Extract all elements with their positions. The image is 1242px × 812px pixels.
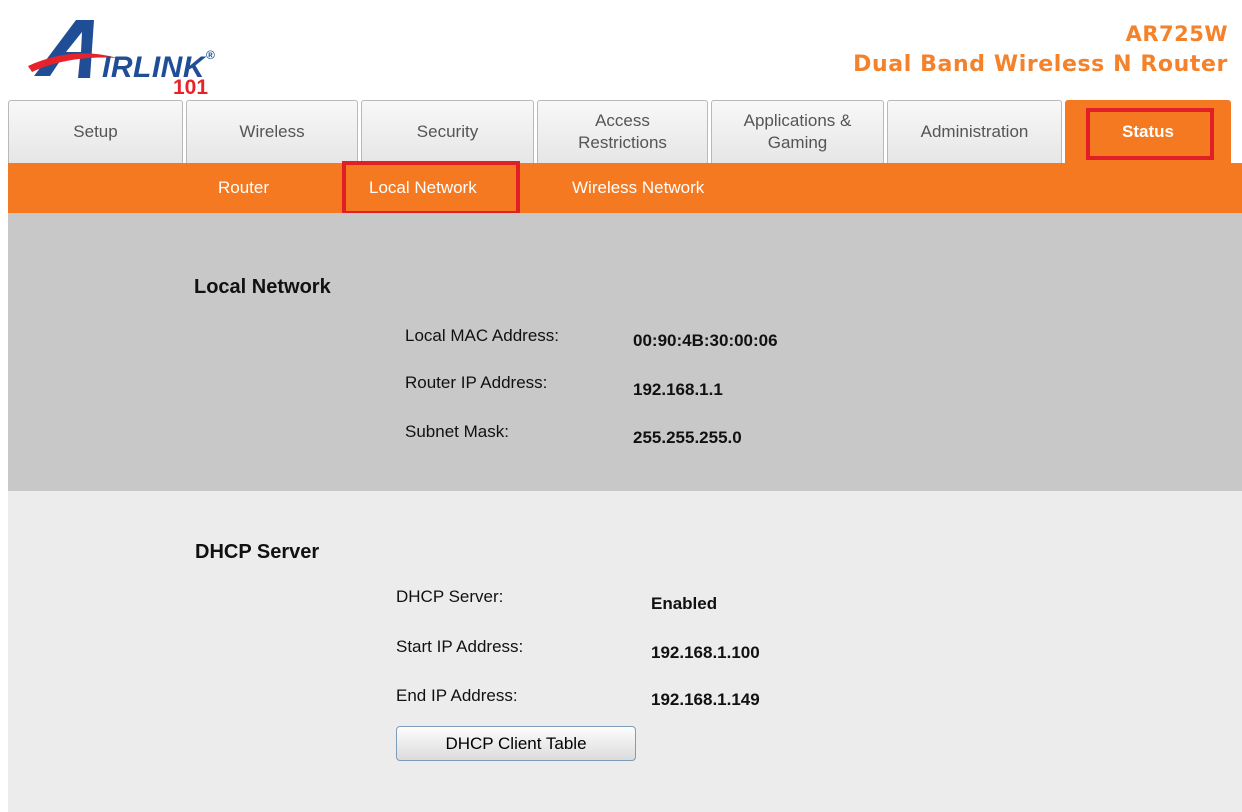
router-ip-label: Router IP Address: [405,373,548,392]
dhcp-server-status: Enabled [651,594,718,613]
subnet-mask-value: 255.255.255.0 [633,428,742,447]
router-model: AR725W [1125,22,1228,46]
local-network-highlight-frame [342,161,520,215]
tab-label: Setup [73,122,118,141]
local-network-title: Local Network [194,276,331,298]
subnav-router[interactable]: Router [218,163,269,213]
end-ip-value: 192.168.1.149 [651,690,760,709]
main-tabs: Setup Wireless Security Access Restricti… [0,100,1242,163]
tab-label-line2: Gaming [767,133,828,152]
tab-administration[interactable]: Administration [887,100,1062,163]
tab-label: Administration [920,122,1029,141]
tab-label: Wireless [239,122,305,141]
subnet-mask-label: Subnet Mask: [405,422,509,441]
tab-label-line1: Applications & [743,111,852,130]
tab-status[interactable]: Status [1065,100,1231,163]
tab-applications-gaming[interactable]: Applications & Gaming [711,100,884,163]
tab-label-line2: Restrictions [578,133,667,152]
subnav-wireless-network[interactable]: Wireless Network [572,163,704,213]
logo-number: 101 [173,76,209,99]
start-ip-label: Start IP Address: [396,637,524,656]
airlink-logo: IRLINK ® 101 [28,14,228,99]
logo-registered-mark: ® [206,48,215,62]
header: IRLINK ® 101 AR725W Dual Band Wireless N… [0,0,1242,100]
dhcp-server-section: DHCP Server DHCP Server: Enabled Start I… [8,491,1242,812]
mac-address-value: 00:90:4B:30:00:06 [633,331,778,350]
status-subnav: Router Local Network Wireless Network [8,161,1242,215]
router-description: Dual Band Wireless N Router [853,52,1228,77]
tab-security[interactable]: Security [361,100,534,163]
tab-label-line1: Access [595,111,650,130]
mac-address-label: Local MAC Address: [405,326,560,345]
tab-setup[interactable]: Setup [8,100,183,163]
status-tab-highlight-frame [1086,108,1214,160]
local-network-section: Local Network Local MAC Address: 00:90:4… [8,213,1242,491]
start-ip-value: 192.168.1.100 [651,643,760,662]
tab-access-restrictions[interactable]: Access Restrictions [537,100,708,163]
dhcp-server-label: DHCP Server: [396,587,504,606]
dhcp-client-table-button[interactable]: DHCP Client Table [396,726,636,761]
router-ip-value: 192.168.1.1 [633,380,723,399]
tab-wireless[interactable]: Wireless [186,100,358,163]
end-ip-label: End IP Address: [396,686,518,705]
tab-label: Security [416,122,479,141]
dhcp-server-title: DHCP Server [195,541,320,563]
